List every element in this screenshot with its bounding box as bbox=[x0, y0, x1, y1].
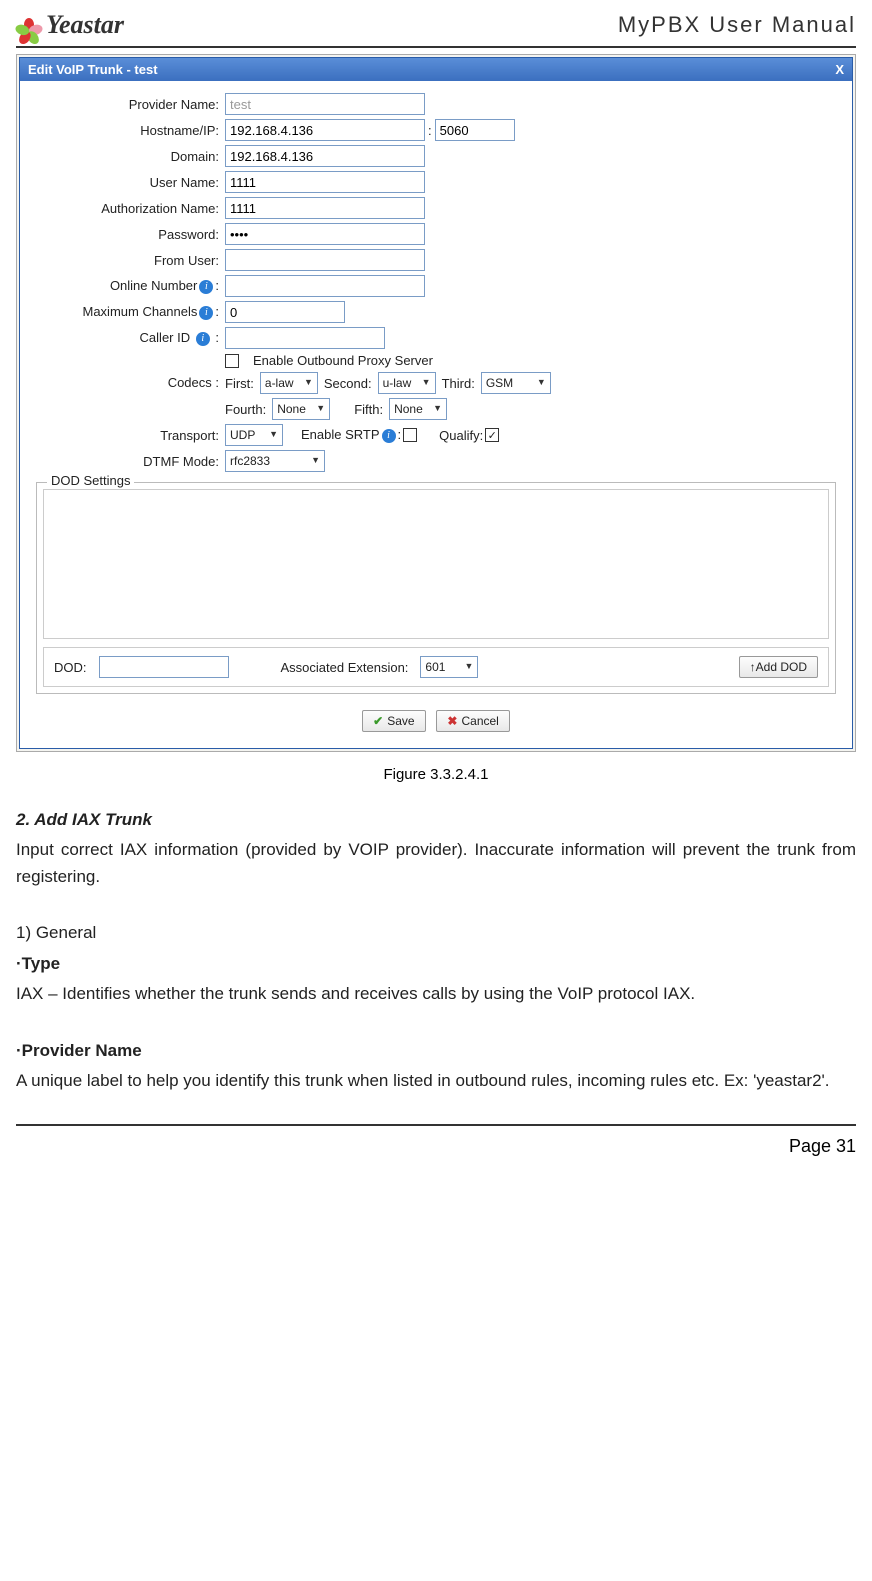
figure-caption: Figure 3.3.2.4.1 bbox=[16, 766, 856, 783]
dod-settings-fieldset: DOD Settings DOD: Associated Extension: … bbox=[36, 482, 836, 694]
info-icon[interactable]: i bbox=[382, 429, 396, 443]
username-label: User Name: bbox=[30, 175, 225, 190]
dialog: Edit VoIP Trunk - test X Provider Name: … bbox=[19, 57, 853, 749]
codecs-label: Codecs : bbox=[30, 372, 225, 390]
brand-text: Yeastar bbox=[46, 10, 124, 40]
dtmf-label: DTMF Mode: bbox=[30, 454, 225, 469]
page-header: Yeastar MyPBX User Manual bbox=[16, 10, 856, 48]
online-number-input[interactable] bbox=[225, 275, 425, 297]
maxchannels-label: Maximum Channelsi: bbox=[30, 304, 225, 320]
info-icon[interactable]: i bbox=[199, 306, 213, 320]
fromuser-label: From User: bbox=[30, 253, 225, 268]
domain-input[interactable] bbox=[225, 145, 425, 167]
port-input[interactable] bbox=[435, 119, 515, 141]
codec-fourth-select[interactable]: None bbox=[272, 398, 330, 420]
callerid-input[interactable] bbox=[225, 327, 385, 349]
dod-label: DOD: bbox=[54, 660, 87, 675]
heading-provider-name: ·Provider Name bbox=[16, 1041, 142, 1060]
password-label: Password: bbox=[30, 227, 225, 242]
heading-general: 1) General bbox=[16, 920, 856, 946]
assoc-ext-select[interactable]: 601 bbox=[420, 656, 478, 678]
qualify-checkbox[interactable]: ✓ bbox=[485, 428, 499, 442]
callerid-label: Caller ID i : bbox=[30, 330, 225, 346]
manual-title: MyPBX User Manual bbox=[618, 12, 856, 38]
dialog-title: Edit VoIP Trunk - test bbox=[28, 62, 158, 77]
para-iax-info: Input correct IAX information (provided … bbox=[16, 837, 856, 890]
body-text: 2. Add IAX Trunk Input correct IAX infor… bbox=[16, 807, 856, 1094]
logo: Yeastar bbox=[16, 10, 124, 40]
dialog-body: Provider Name: Hostname/IP: : Domain: Us… bbox=[20, 81, 852, 748]
page-number: Page 31 bbox=[789, 1136, 856, 1156]
qualify-label: Qualify: bbox=[439, 428, 483, 443]
enable-proxy-checkbox[interactable] bbox=[225, 354, 239, 368]
transport-select[interactable]: UDP bbox=[225, 424, 283, 446]
dialog-titlebar: Edit VoIP Trunk - test X bbox=[20, 58, 852, 81]
page-footer: Page 31 bbox=[16, 1124, 856, 1157]
assoc-ext-label: Associated Extension: bbox=[281, 660, 409, 675]
add-dod-button[interactable]: ↑Add DOD bbox=[739, 656, 818, 678]
heading-type: ·Type bbox=[16, 954, 60, 973]
provider-name-label: Provider Name: bbox=[30, 97, 225, 112]
enable-srtp-label: Enable SRTPi: bbox=[301, 427, 401, 443]
para-type: IAX – Identifies whether the trunk sends… bbox=[16, 981, 856, 1007]
dialog-screenshot-wrap: Edit VoIP Trunk - test X Provider Name: … bbox=[16, 54, 856, 752]
save-button[interactable]: ✔Save bbox=[362, 710, 425, 732]
online-number-label: Online Numberi: bbox=[30, 278, 225, 294]
dod-input[interactable] bbox=[99, 656, 229, 678]
domain-label: Domain: bbox=[30, 149, 225, 164]
codec-first-select[interactable]: a-law bbox=[260, 372, 318, 394]
authname-input[interactable] bbox=[225, 197, 425, 219]
transport-label: Transport: bbox=[30, 428, 225, 443]
authname-label: Authorization Name: bbox=[30, 201, 225, 216]
codec-second-label: Second: bbox=[324, 376, 372, 391]
dod-list bbox=[43, 489, 829, 639]
codec-first-label: First: bbox=[225, 376, 254, 391]
hostname-input[interactable] bbox=[225, 119, 425, 141]
provider-name-input[interactable] bbox=[225, 93, 425, 115]
port-separator: : bbox=[428, 123, 432, 138]
dod-legend: DOD Settings bbox=[47, 473, 134, 488]
para-provider-name: A unique label to help you identify this… bbox=[16, 1068, 856, 1094]
dtmf-select[interactable]: rfc2833 bbox=[225, 450, 325, 472]
cross-icon: ✖ bbox=[447, 714, 457, 728]
codec-fifth-select[interactable]: None bbox=[389, 398, 447, 420]
dialog-footer: ✔Save ✖Cancel bbox=[30, 700, 842, 740]
enable-srtp-checkbox[interactable] bbox=[403, 428, 417, 442]
flower-icon bbox=[16, 12, 42, 38]
codec-fourth-label: Fourth: bbox=[225, 402, 266, 417]
fromuser-input[interactable] bbox=[225, 249, 425, 271]
codec-third-select[interactable]: GSM bbox=[481, 372, 551, 394]
hostname-label: Hostname/IP: bbox=[30, 123, 225, 138]
username-input[interactable] bbox=[225, 171, 425, 193]
codec-third-label: Third: bbox=[442, 376, 475, 391]
enable-proxy-label: Enable Outbound Proxy Server bbox=[253, 353, 433, 368]
codec-second-select[interactable]: u-law bbox=[378, 372, 436, 394]
cancel-button[interactable]: ✖Cancel bbox=[436, 710, 509, 732]
info-icon[interactable]: i bbox=[196, 332, 210, 346]
check-icon: ✔ bbox=[373, 714, 383, 728]
dod-add-row: DOD: Associated Extension: 601 ↑Add DOD bbox=[43, 647, 829, 687]
close-icon[interactable]: X bbox=[835, 62, 844, 77]
password-input[interactable] bbox=[225, 223, 425, 245]
heading-add-iax: 2. Add IAX Trunk bbox=[16, 810, 152, 829]
codec-fifth-label: Fifth: bbox=[354, 402, 383, 417]
info-icon[interactable]: i bbox=[199, 280, 213, 294]
maxchannels-input[interactable] bbox=[225, 301, 345, 323]
